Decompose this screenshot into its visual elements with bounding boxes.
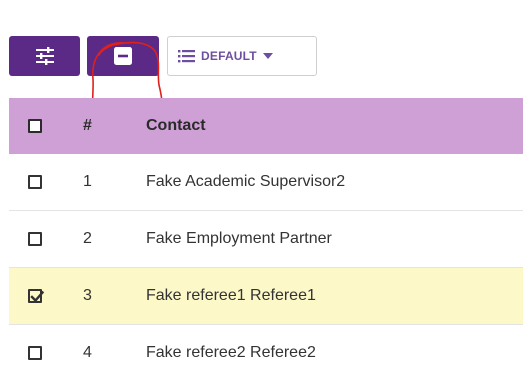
row-checkbox[interactable] — [28, 346, 42, 360]
select-all-checkbox[interactable] — [28, 119, 42, 133]
list-icon — [178, 50, 195, 63]
row-number: 3 — [83, 287, 92, 304]
table-row[interactable]: 2 Fake Employment Partner — [9, 211, 523, 268]
view-preset-label: DEFAULT — [201, 49, 257, 63]
table-row[interactable]: 1 Fake Academic Supervisor2 — [9, 154, 523, 211]
row-checkbox-checked[interactable] — [28, 289, 45, 303]
table-toolbar: DEFAULT — [9, 35, 409, 126]
sliders-icon — [35, 47, 54, 65]
checkmark-icon — [30, 290, 45, 303]
caret-down-icon — [262, 53, 273, 59]
row-contact-name: Fake Employment Partner — [146, 230, 332, 247]
table-header-row: # Contact — [9, 98, 523, 154]
row-number: 2 — [83, 230, 92, 247]
row-number: 1 — [83, 173, 92, 190]
minus-box-icon — [114, 47, 132, 65]
collapse-button[interactable] — [87, 36, 159, 76]
table-row[interactable]: 4 Fake referee2 Referee2 — [9, 325, 523, 378]
table-row-selected[interactable]: 3 Fake referee1 Referee1 — [9, 268, 523, 325]
row-number: 4 — [83, 344, 92, 361]
row-contact-name: Fake referee1 Referee1 — [146, 287, 316, 304]
row-checkbox[interactable] — [28, 232, 42, 246]
column-header-contact[interactable]: Contact — [146, 117, 206, 135]
column-header-number: # — [83, 117, 92, 134]
filter-settings-button[interactable] — [9, 36, 80, 76]
row-checkbox[interactable] — [28, 175, 42, 189]
contacts-page: DEFAULT # Contact 1 Fake Academic Superv… — [0, 0, 523, 378]
contacts-table: # Contact 1 Fake Academic Supervisor2 2 … — [9, 98, 523, 378]
view-preset-dropdown[interactable]: DEFAULT — [167, 36, 317, 76]
row-contact-name: Fake Academic Supervisor2 — [146, 173, 346, 190]
row-contact-name: Fake referee2 Referee2 — [146, 344, 316, 361]
